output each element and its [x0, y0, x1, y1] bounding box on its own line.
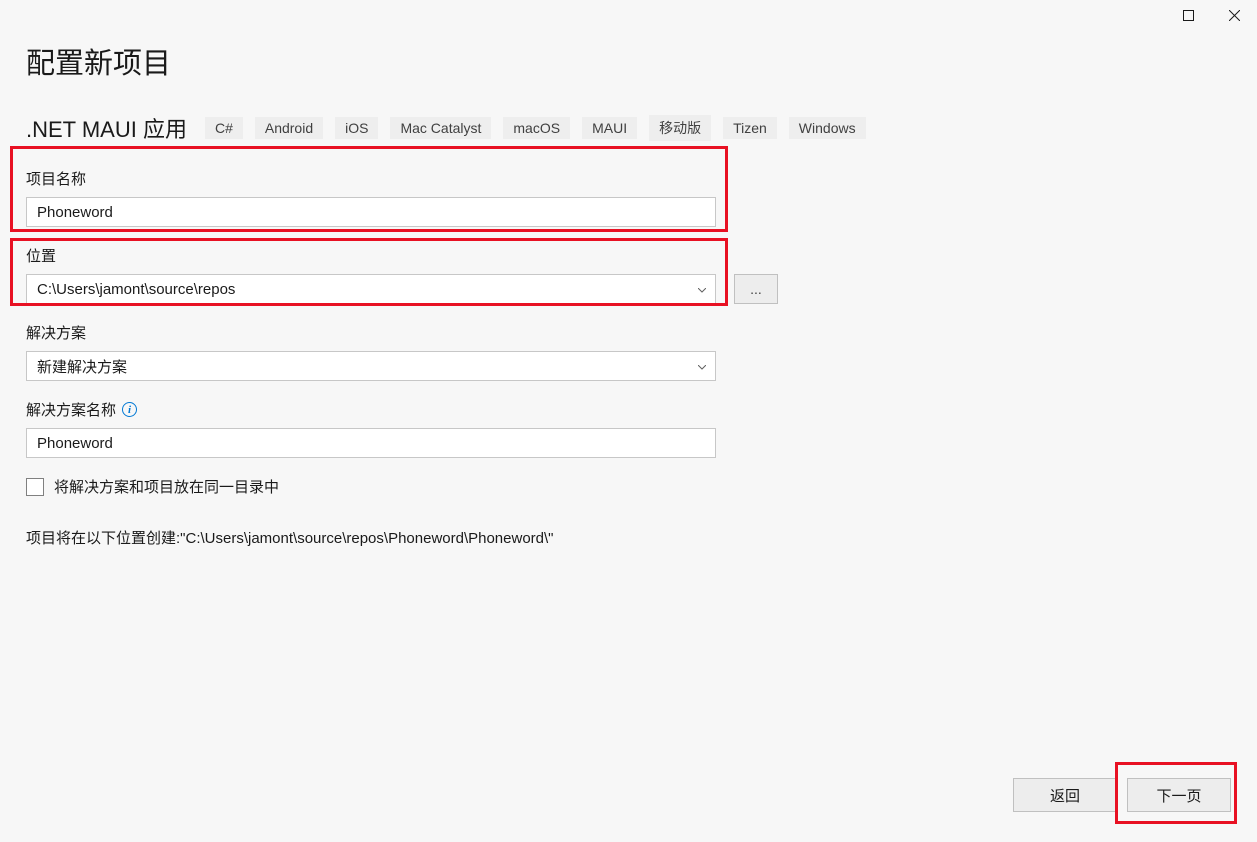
maximize-button[interactable]: [1165, 0, 1211, 30]
back-button[interactable]: 返回: [1013, 778, 1117, 812]
solution-name-input[interactable]: [26, 428, 716, 458]
location-input[interactable]: [26, 274, 716, 304]
template-row: .NET MAUI 应用 C# Android iOS Mac Catalyst…: [26, 112, 1231, 144]
same-dir-row: 将解决方案和项目放在同一目录中: [26, 476, 1231, 497]
path-info-text: 项目将在以下位置创建:"C:\Users\jamont\source\repos…: [26, 527, 1231, 548]
close-button[interactable]: [1211, 0, 1257, 30]
browse-location-button[interactable]: ...: [734, 274, 778, 304]
project-name-label: 项目名称: [26, 168, 1231, 189]
solution-name-group: 解决方案名称 i: [26, 399, 1231, 458]
solution-select[interactable]: [26, 351, 716, 381]
info-icon[interactable]: i: [122, 402, 137, 417]
tag-android: Android: [255, 117, 323, 139]
project-name-group: 项目名称: [26, 168, 1231, 227]
project-name-input[interactable]: [26, 197, 716, 227]
close-icon: [1229, 10, 1240, 21]
solution-label: 解决方案: [26, 322, 1231, 343]
tag-macos: macOS: [503, 117, 570, 139]
solution-select-wrap: [26, 351, 716, 381]
page-title: 配置新项目: [26, 40, 1231, 82]
solution-group: 解决方案: [26, 322, 1231, 381]
location-label: 位置: [26, 245, 1231, 266]
solution-name-label-row: 解决方案名称 i: [26, 399, 1231, 420]
tag-windows: Windows: [789, 117, 866, 139]
footer-buttons: 返回 下一页: [1013, 778, 1231, 812]
tag-mobile: 移动版: [649, 115, 711, 141]
tag-tizen: Tizen: [723, 117, 777, 139]
maximize-icon: [1183, 10, 1194, 21]
main-content: 配置新项目 .NET MAUI 应用 C# Android iOS Mac Ca…: [0, 0, 1257, 548]
template-name: .NET MAUI 应用: [26, 112, 187, 144]
tag-csharp: C#: [205, 117, 243, 139]
tag-mac-catalyst: Mac Catalyst: [390, 117, 491, 139]
window-titlebar: [1165, 0, 1257, 30]
solution-name-label: 解决方案名称: [26, 399, 116, 420]
tag-ios: iOS: [335, 117, 378, 139]
location-group: 位置 ...: [26, 245, 1231, 304]
location-row: ...: [26, 274, 1231, 304]
next-button[interactable]: 下一页: [1127, 778, 1231, 812]
same-dir-checkbox[interactable]: [26, 478, 44, 496]
tag-maui: MAUI: [582, 117, 637, 139]
location-select-wrap: [26, 274, 716, 304]
same-dir-label: 将解决方案和项目放在同一目录中: [54, 476, 279, 497]
